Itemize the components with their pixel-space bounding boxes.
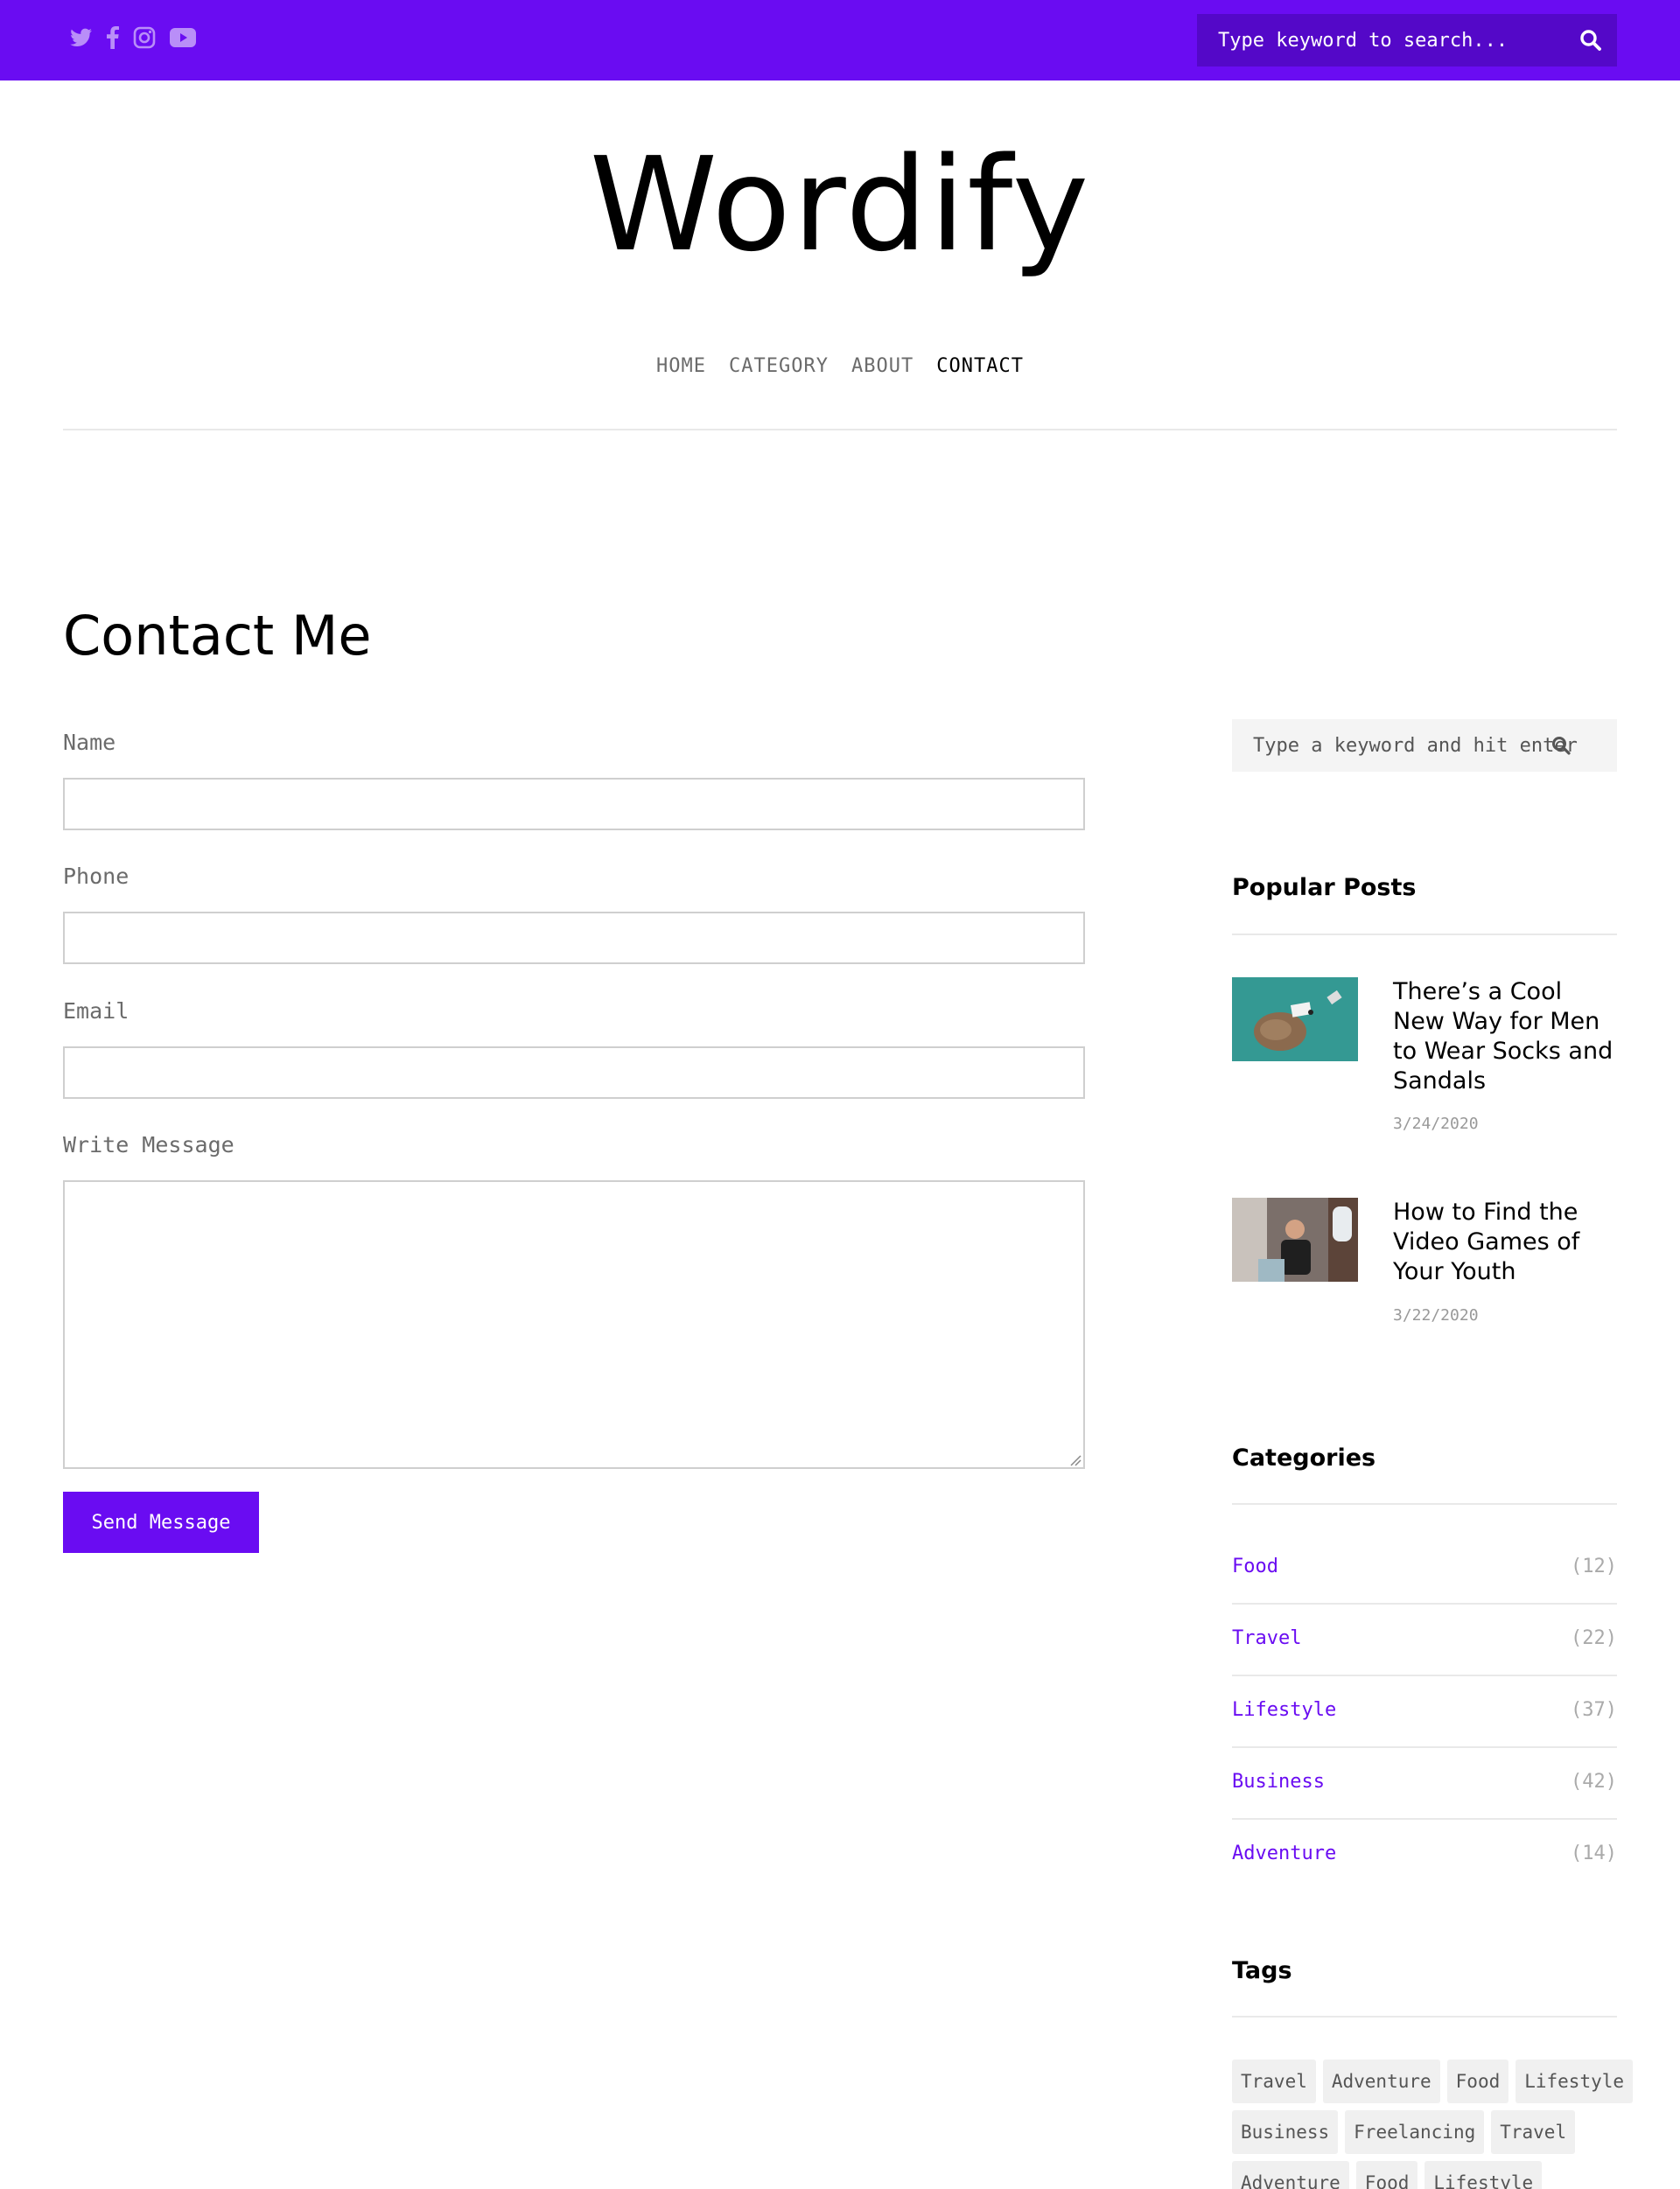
category-link[interactable]: Business [1232, 1771, 1325, 1793]
category-item-food[interactable]: Food (12) [1232, 1533, 1617, 1605]
nav-about[interactable]: ABOUT [851, 355, 914, 377]
category-count: (42) [1571, 1771, 1617, 1793]
tags-title: Tags [1232, 1957, 1292, 1984]
top-search-input[interactable] [1197, 14, 1617, 66]
main-nav: HOME CATEGORY ABOUT CONTACT [0, 355, 1680, 377]
category-count: (22) [1571, 1627, 1617, 1649]
name-field[interactable] [63, 778, 1085, 830]
post-date: 3/24/2020 [1393, 1115, 1479, 1133]
tag-business[interactable]: Business [1232, 2110, 1339, 2154]
popular-post[interactable]: There’s a Cool New Way for Men to Wear S… [1232, 977, 1617, 1135]
tag-food[interactable]: Food [1446, 2060, 1509, 2103]
category-link[interactable]: Travel [1232, 1627, 1301, 1649]
header-divider [63, 429, 1617, 430]
top-bar [0, 0, 1680, 80]
tag-adventure[interactable]: Adventure [1232, 2161, 1349, 2189]
post-thumbnail[interactable] [1232, 1198, 1358, 1282]
email-field[interactable] [63, 1046, 1085, 1099]
phone-field[interactable] [63, 912, 1085, 964]
search-icon[interactable] [1550, 735, 1572, 756]
tag-adventure[interactable]: Adventure [1322, 2060, 1440, 2103]
message-label: Write Message [63, 1132, 234, 1157]
post-thumbnail[interactable] [1232, 977, 1358, 1061]
post-title[interactable]: How to Find the Video Games of Your Yout… [1393, 1198, 1617, 1287]
nav-contact[interactable]: CONTACT [936, 355, 1024, 377]
category-link[interactable]: Adventure [1232, 1843, 1336, 1864]
category-link[interactable]: Lifestyle [1232, 1699, 1336, 1721]
youtube-icon[interactable] [170, 28, 196, 47]
site-logo[interactable]: Wordify [0, 140, 1680, 269]
tag-cloud: Travel Adventure Food Lifestyle Business… [1232, 2060, 1634, 2189]
tag-lifestyle[interactable]: Lifestyle [1424, 2161, 1543, 2189]
search-icon[interactable] [1578, 28, 1603, 52]
popular-posts-divider [1232, 934, 1617, 935]
twitter-icon[interactable] [70, 28, 93, 47]
facebook-icon[interactable] [107, 26, 119, 49]
post-date: 3/22/2020 [1393, 1306, 1479, 1325]
popular-post[interactable]: How to Find the Video Games of Your Yout… [1232, 1198, 1617, 1329]
post-title[interactable]: There’s a Cool New Way for Men to Wear S… [1393, 977, 1617, 1096]
tag-travel[interactable]: Travel [1491, 2110, 1576, 2154]
category-item-adventure[interactable]: Adventure (14) [1232, 1820, 1617, 1892]
page-title: Contact Me [63, 604, 372, 668]
popular-posts-title: Popular Posts [1232, 874, 1417, 901]
resize-grip-icon[interactable] [1069, 1454, 1082, 1466]
tag-food[interactable]: Food [1355, 2161, 1418, 2189]
category-item-lifestyle[interactable]: Lifestyle (37) [1232, 1676, 1617, 1748]
nav-category[interactable]: CATEGORY [729, 355, 829, 377]
social-links [70, 24, 196, 51]
tag-lifestyle[interactable]: Lifestyle [1516, 2060, 1634, 2103]
category-count: (14) [1571, 1843, 1617, 1864]
categories-title: Categories [1232, 1444, 1376, 1472]
message-textarea[interactable] [63, 1180, 1085, 1469]
tags-divider [1232, 2016, 1617, 2018]
instagram-icon[interactable] [133, 26, 156, 49]
categories-divider [1232, 1503, 1617, 1505]
category-item-business[interactable]: Business (42) [1232, 1748, 1617, 1820]
name-label: Name [63, 730, 116, 755]
sidebar-search-box [1232, 719, 1617, 772]
top-search-box [1197, 14, 1617, 66]
category-count: (37) [1571, 1699, 1617, 1721]
phone-label: Phone [63, 864, 130, 889]
tag-travel[interactable]: Travel [1232, 2060, 1316, 2103]
category-link[interactable]: Food [1232, 1556, 1278, 1577]
send-message-button[interactable]: Send Message [63, 1492, 259, 1553]
category-count: (12) [1571, 1556, 1617, 1577]
tag-freelancing[interactable]: Freelancing [1345, 2110, 1485, 2154]
email-label: Email [63, 998, 130, 1024]
category-item-travel[interactable]: Travel (22) [1232, 1605, 1617, 1676]
nav-home[interactable]: HOME [656, 355, 706, 377]
